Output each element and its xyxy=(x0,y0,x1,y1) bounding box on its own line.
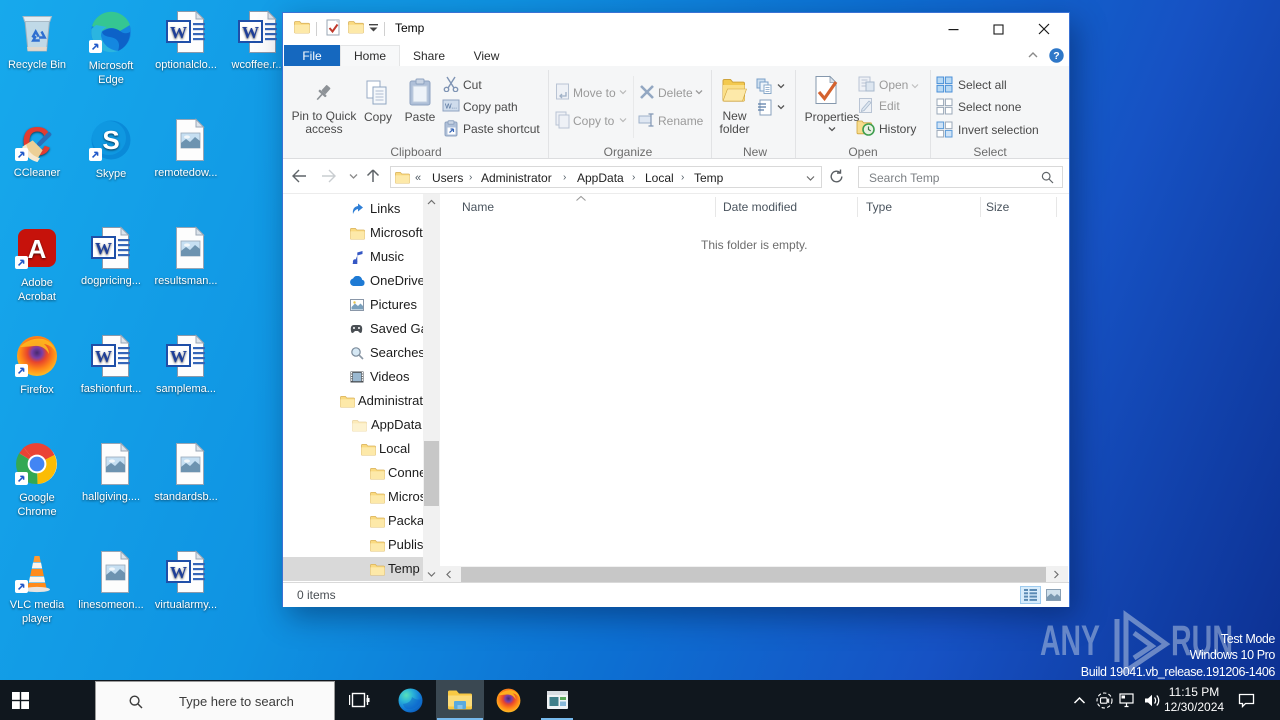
svg-text:W...: W... xyxy=(445,104,457,111)
svg-text:A: A xyxy=(28,234,47,264)
svg-text:ANY: ANY xyxy=(1040,617,1100,665)
svg-text:S: S xyxy=(102,125,119,155)
svg-text:?: ? xyxy=(1053,50,1059,62)
